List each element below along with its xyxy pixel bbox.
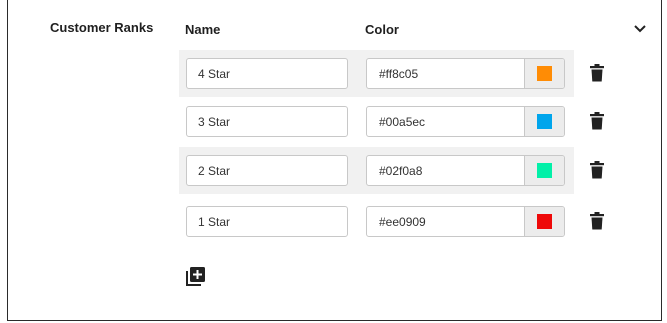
section-title: Customer Ranks [50, 20, 154, 35]
rank-color-input[interactable] [367, 207, 525, 236]
trash-icon[interactable] [590, 64, 604, 82]
rank-color-input[interactable] [367, 156, 525, 185]
trash-icon[interactable] [590, 161, 604, 179]
rank-row [179, 98, 604, 145]
rank-color-input[interactable] [367, 59, 525, 88]
add-library-icon[interactable] [186, 267, 205, 286]
rank-row [179, 50, 604, 97]
rank-color-field [366, 58, 565, 89]
rank-row [179, 198, 604, 245]
rank-name-input[interactable] [186, 155, 348, 186]
chevron-down-icon[interactable] [633, 22, 647, 36]
color-swatch [537, 66, 552, 81]
rank-color-input[interactable] [367, 107, 525, 136]
trash-icon[interactable] [590, 212, 604, 230]
column-header-name: Name [185, 22, 221, 37]
color-swatch [537, 214, 552, 229]
rank-name-input[interactable] [186, 58, 348, 89]
color-picker-button[interactable] [524, 59, 564, 88]
rank-name-input[interactable] [186, 106, 348, 137]
rank-name-input[interactable] [186, 206, 348, 237]
rank-color-field [366, 106, 565, 137]
trash-icon[interactable] [590, 112, 604, 130]
rank-color-field [366, 155, 565, 186]
color-picker-button[interactable] [524, 156, 564, 185]
rank-row [179, 147, 604, 194]
color-picker-button[interactable] [524, 207, 564, 236]
color-swatch [537, 163, 552, 178]
column-header-color: Color [365, 22, 399, 37]
color-swatch [537, 114, 552, 129]
color-picker-button[interactable] [524, 107, 564, 136]
customer-ranks-panel: Customer Ranks Name Color [7, 0, 662, 321]
rank-color-field [366, 206, 565, 237]
